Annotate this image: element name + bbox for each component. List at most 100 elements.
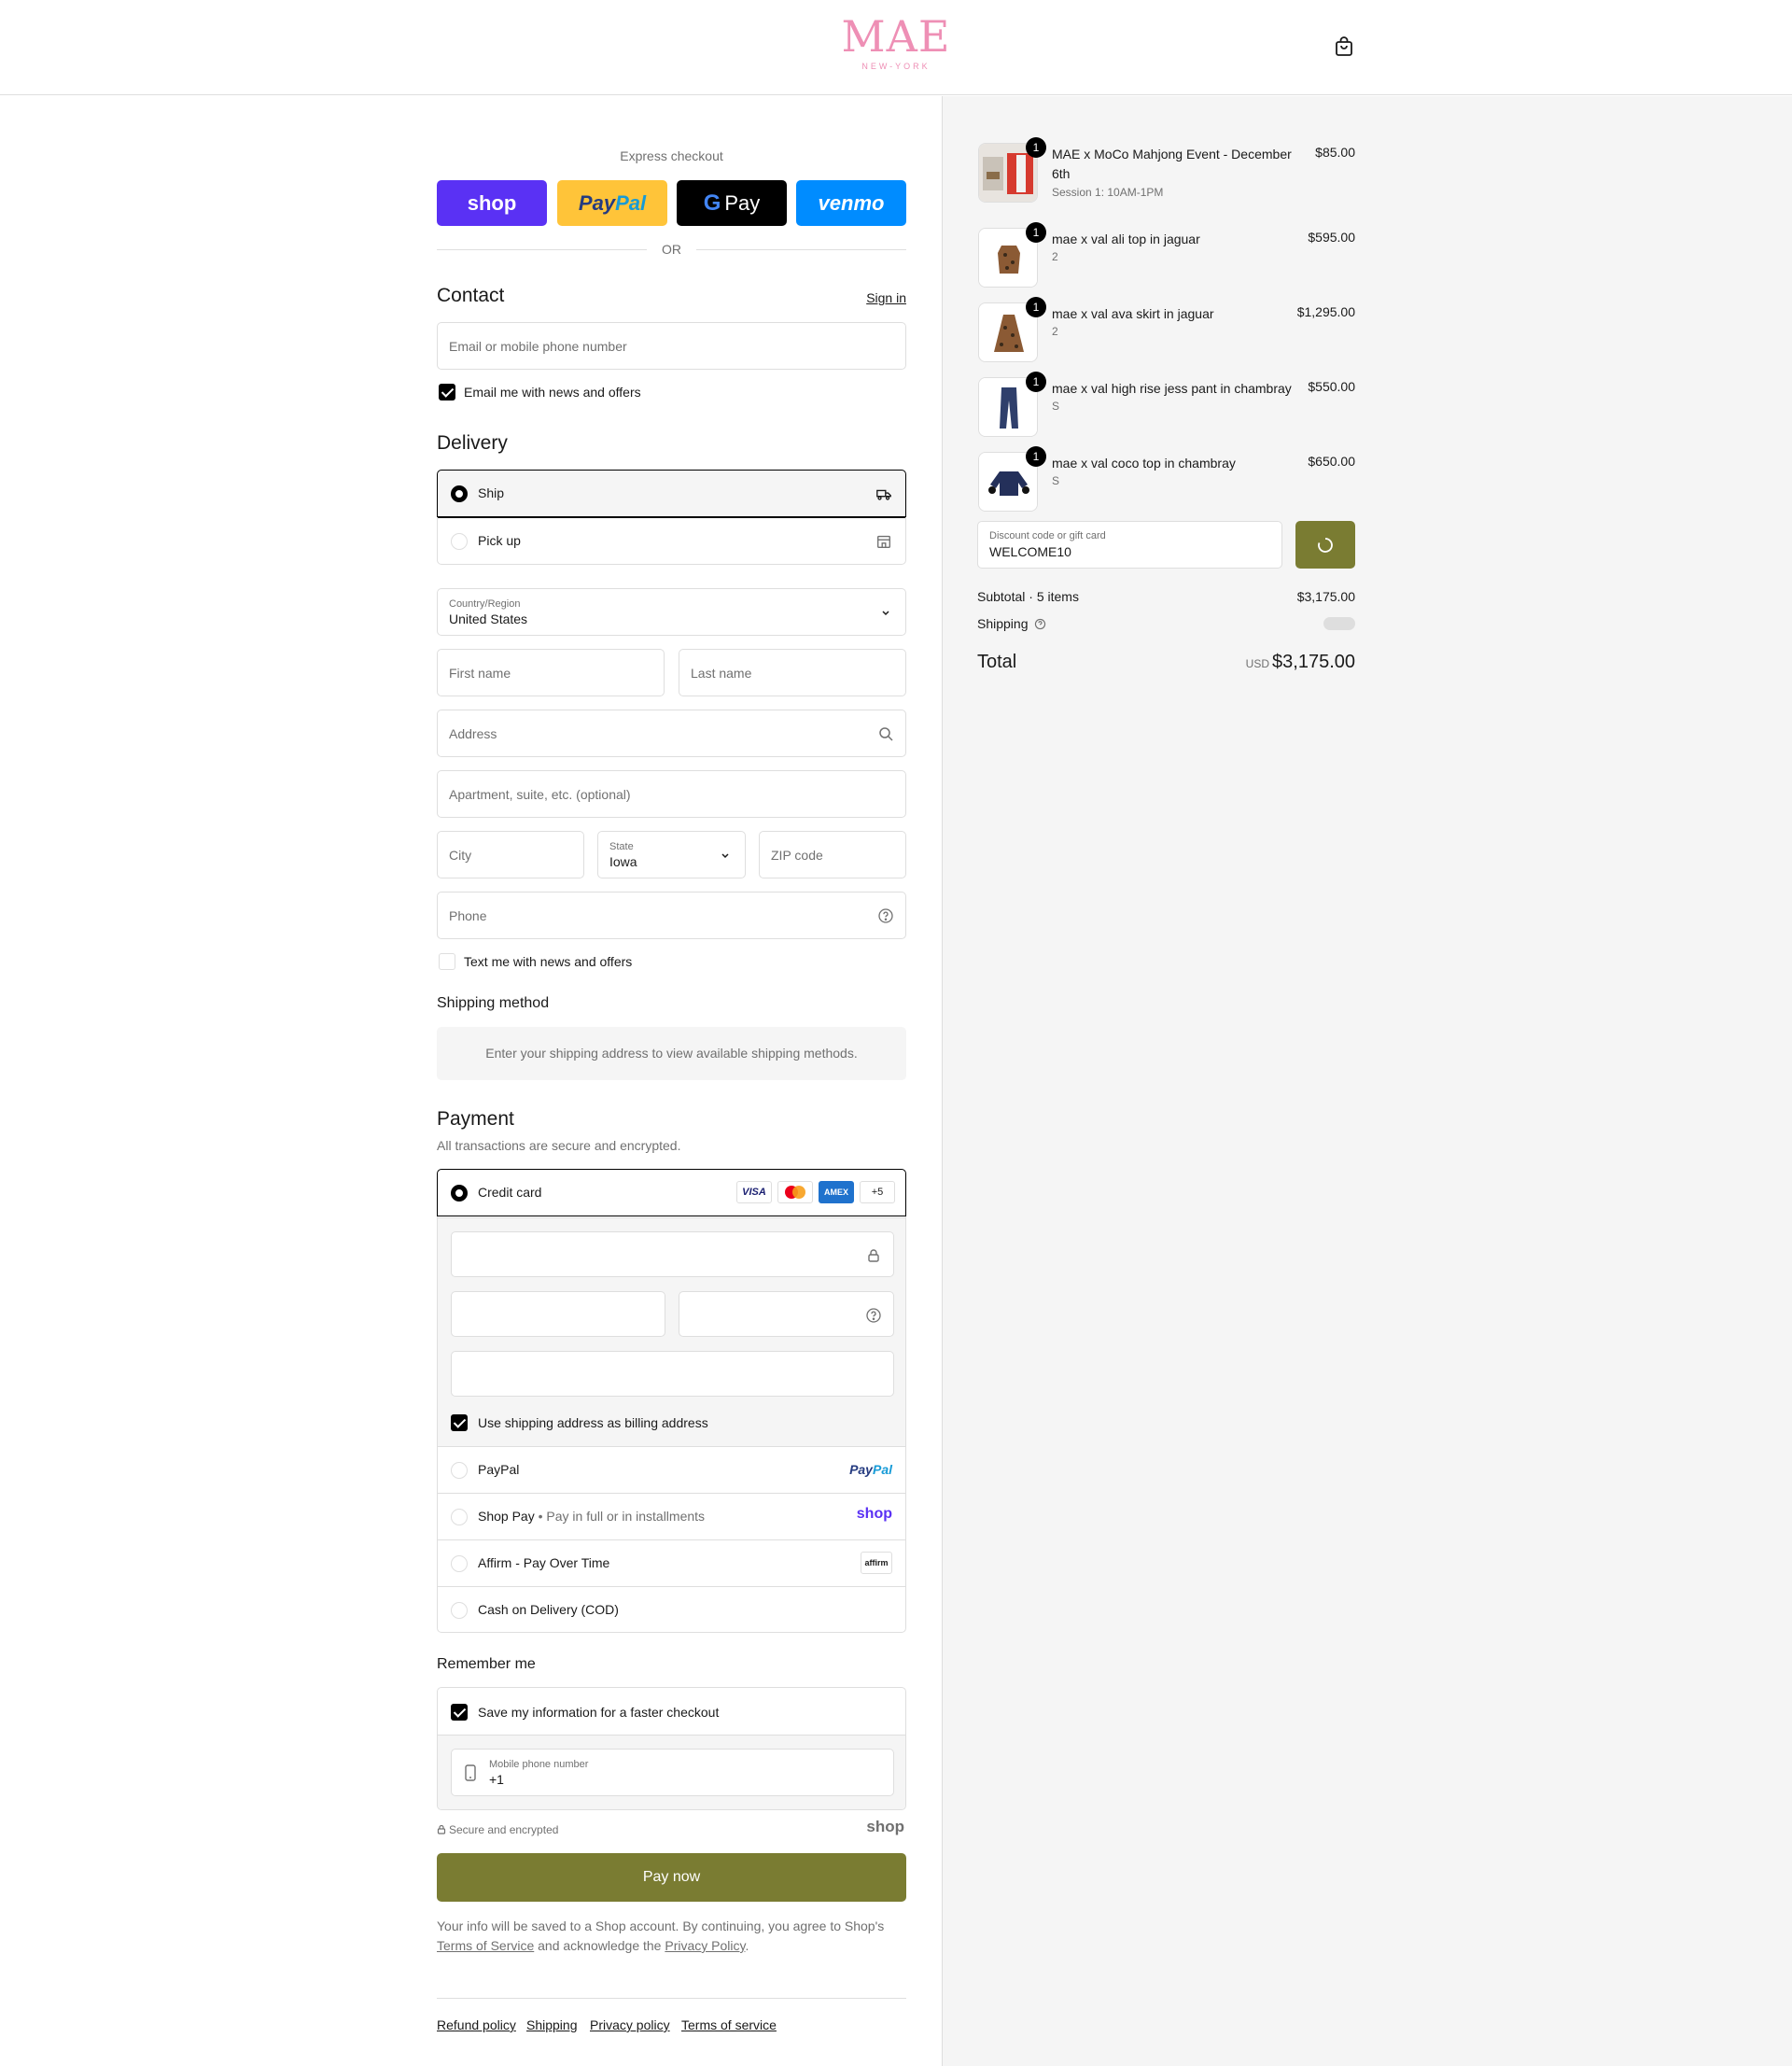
phone-field[interactable]: Phone (437, 892, 906, 939)
billing-checkbox[interactable] (451, 1414, 468, 1431)
item-price: $1,295.00 (1296, 304, 1355, 319)
footer-refund-policy[interactable]: Refund policy (437, 2017, 516, 2032)
mobile-phone-icon (465, 1764, 476, 1781)
quantity-badge: 1 (1026, 222, 1046, 243)
credit-card-radio[interactable] (451, 1185, 468, 1202)
sign-in-link[interactable]: Sign in (866, 290, 906, 305)
item-price: $550.00 (1308, 379, 1355, 394)
ship-radio[interactable] (451, 485, 468, 502)
privacy-policy-link[interactable]: Privacy Policy (665, 1938, 745, 1953)
first-name-field[interactable]: First name (437, 649, 665, 696)
address-field[interactable]: Address (437, 710, 906, 757)
shop-pay-radio[interactable] (451, 1509, 468, 1525)
shop-pay-logo: shop (856, 1506, 892, 1522)
brand-logo[interactable]: MAE NEW-YORK (840, 13, 952, 71)
security-code-field[interactable] (679, 1291, 894, 1337)
paypal-option[interactable]: PayPal PayPal (438, 1446, 905, 1493)
affirm-radio[interactable] (451, 1555, 468, 1572)
help-icon[interactable] (865, 1307, 882, 1324)
mobile-panel: Mobile phone number +1 (438, 1735, 905, 1809)
contact-heading: Contact (437, 285, 505, 306)
footer-divider (437, 1998, 906, 1999)
help-icon[interactable] (877, 907, 894, 924)
email-news-label: Email me with news and offers (464, 385, 641, 400)
cart-icon[interactable] (1333, 35, 1355, 58)
country-label: Country/Region (449, 598, 521, 610)
help-icon[interactable] (1034, 618, 1046, 630)
discount-label: Discount code or gift card (989, 530, 1106, 541)
legal-text-part3: . (745, 1938, 749, 1953)
mobile-phone-field[interactable]: Mobile phone number +1 (451, 1749, 894, 1796)
city-field[interactable]: City (437, 831, 584, 878)
google-pay-button[interactable]: G Pay (677, 180, 787, 226)
brand-name: MAE (841, 11, 951, 62)
card-number-field[interactable] (451, 1231, 894, 1277)
spinner-icon (1318, 538, 1333, 553)
discount-code-field[interactable]: Discount code or gift card WELCOME10 (977, 521, 1282, 569)
header: MAE NEW-YORK (0, 0, 1792, 95)
email-field[interactable]: Email or mobile phone number (437, 322, 906, 370)
credit-card-option[interactable]: Credit card VISA AMEX +5 (438, 1170, 905, 1217)
state-select[interactable]: State Iowa (597, 831, 746, 878)
line-item: 1 mae x val ali top in jaguar 2 $595.00 (977, 222, 1355, 288)
pickup-option[interactable]: Pick up (438, 518, 905, 564)
more-cards-badge: +5 (860, 1181, 895, 1203)
item-price: $650.00 (1308, 454, 1355, 469)
email-news-checkbox[interactable] (439, 384, 455, 401)
shop-pay-option[interactable]: Shop Pay • Pay in full or in installment… (438, 1493, 905, 1539)
quantity-badge: 1 (1026, 446, 1046, 467)
apartment-field[interactable]: Apartment, suite, etc. (optional) (437, 770, 906, 818)
item-variant: S (1052, 474, 1060, 487)
footer-shipping[interactable]: Shipping (526, 2017, 578, 2032)
paypal-logo-pay: Pay (849, 1462, 873, 1477)
item-price: $85.00 (1315, 145, 1355, 160)
cod-label: Cash on Delivery (COD) (478, 1602, 619, 1617)
pickup-radio[interactable] (451, 533, 468, 550)
email-placeholder: Email or mobile phone number (449, 339, 627, 354)
item-name: mae x val ava skirt in jaguar (1052, 306, 1214, 321)
quantity-badge: 1 (1026, 372, 1046, 392)
delivery-method-group: Ship Pick up (437, 470, 906, 565)
card-fields-panel: Use shipping address as billing address (438, 1217, 905, 1446)
name-on-card-field[interactable] (451, 1351, 894, 1397)
amex-icon: AMEX (819, 1181, 854, 1203)
paypal-radio[interactable] (451, 1462, 468, 1479)
footer-privacy-policy[interactable]: Privacy policy (590, 2017, 670, 2032)
paypal-button[interactable]: Pay Pal (557, 180, 667, 226)
cod-radio[interactable] (451, 1602, 468, 1619)
zip-field[interactable]: ZIP code (759, 831, 906, 878)
item-price: $595.00 (1308, 230, 1355, 245)
total-value: $3,175.00 (1272, 652, 1355, 672)
payment-subtitle: All transactions are secure and encrypte… (437, 1138, 681, 1153)
shop-logo: shop (866, 1818, 904, 1835)
apply-discount-button[interactable] (1295, 521, 1355, 569)
shop-pay-button[interactable]: shop (437, 180, 547, 226)
country-select[interactable]: Country/Region United States (437, 588, 906, 636)
discount-value: WELCOME10 (989, 544, 1071, 559)
last-name-field[interactable]: Last name (679, 649, 906, 696)
shipping-label-text: Shipping (977, 616, 1029, 631)
save-info-checkbox[interactable] (451, 1704, 468, 1721)
remember-heading: Remember me (437, 1656, 536, 1672)
pay-now-button[interactable]: Pay now (437, 1853, 906, 1902)
item-name: MAE x MoCo Mahjong Event - December 6th (1052, 147, 1292, 181)
payment-heading: Payment (437, 1108, 514, 1130)
cod-option[interactable]: Cash on Delivery (COD) (438, 1586, 905, 1632)
expiry-field[interactable] (451, 1291, 665, 1337)
affirm-option[interactable]: Affirm - Pay Over Time affirm (438, 1539, 905, 1586)
text-news-label: Text me with news and offers (464, 954, 633, 969)
paypal-label: PayPal (478, 1462, 520, 1477)
legal-text-part1: Your info will be saved to a Shop accoun… (437, 1918, 885, 1933)
text-news-checkbox[interactable] (439, 953, 455, 970)
ship-option[interactable]: Ship (438, 471, 905, 517)
billing-label: Use shipping address as billing address (478, 1415, 708, 1430)
paypal-logo-pay: Pay (578, 190, 616, 215)
legal-text-part2: and acknowledge the (538, 1938, 662, 1953)
item-variant: S (1052, 400, 1060, 413)
terms-of-service-link[interactable]: Terms of Service (437, 1938, 534, 1953)
footer-terms-of-service[interactable]: Terms of service (681, 2017, 777, 2032)
quantity-badge: 1 (1026, 137, 1046, 158)
venmo-button[interactable]: venmo (796, 180, 906, 226)
shop-pay-name: Shop Pay (478, 1509, 535, 1524)
shipping-method-message: Enter your shipping address to view avai… (437, 1027, 906, 1080)
